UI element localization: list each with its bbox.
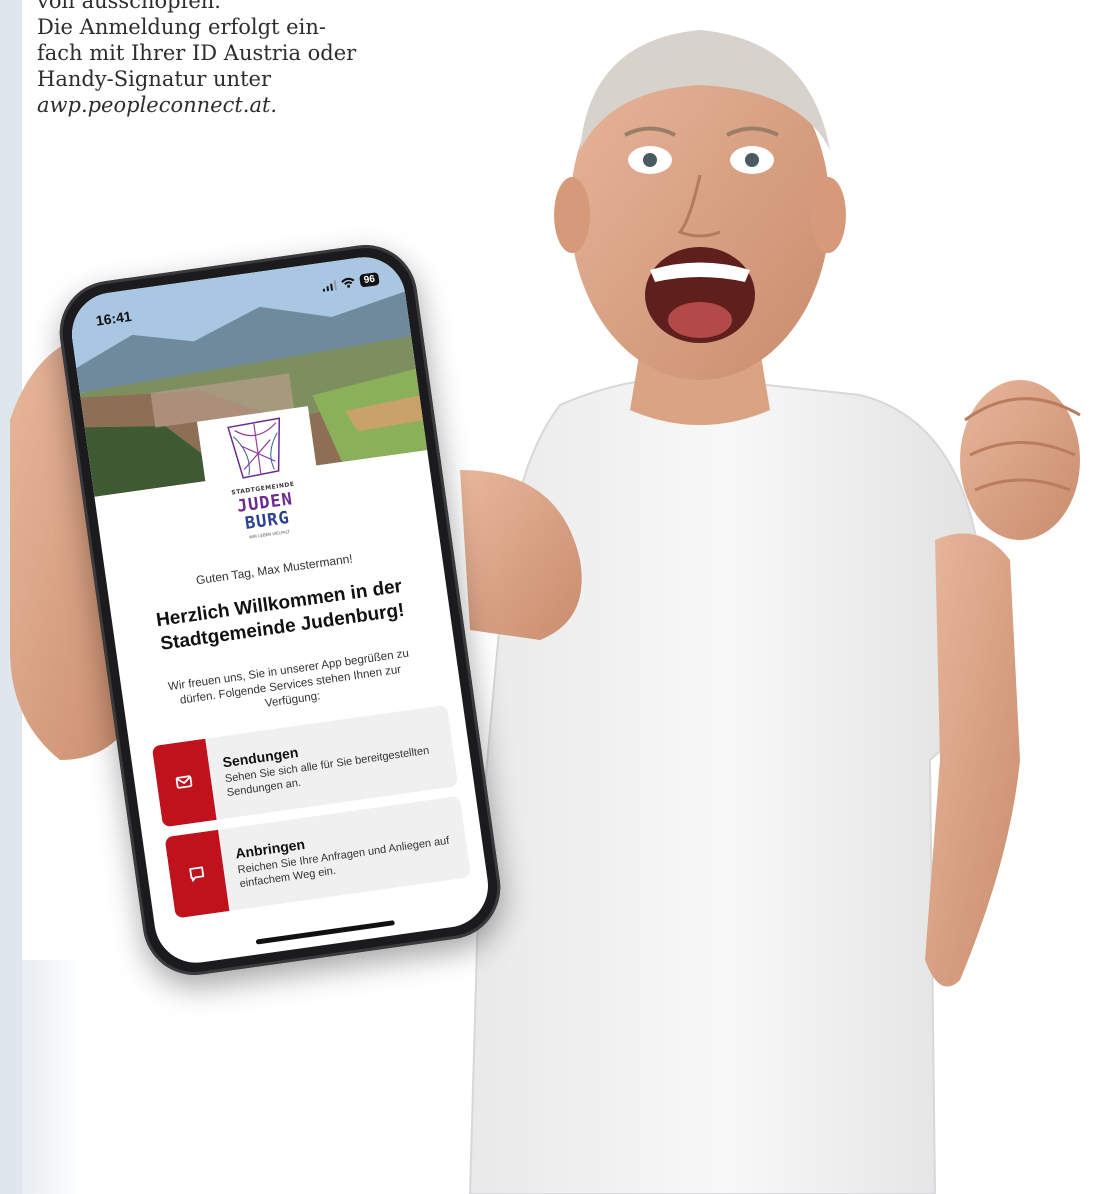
card-icon-box — [151, 738, 217, 828]
signal-icon — [322, 279, 337, 292]
home-indicator[interactable] — [255, 920, 395, 945]
status-time: 16:41 — [94, 307, 133, 329]
battery-indicator: 96 — [358, 272, 380, 288]
status-icons: 96 — [321, 272, 380, 293]
judenburg-logo: STADTGEMEINDE JUDEN BURG WIR LEBEN VIELF… — [196, 406, 326, 551]
card-icon-box — [164, 829, 230, 919]
mail-icon — [175, 775, 193, 789]
wifi-icon — [341, 277, 355, 288]
chat-icon — [189, 866, 205, 882]
